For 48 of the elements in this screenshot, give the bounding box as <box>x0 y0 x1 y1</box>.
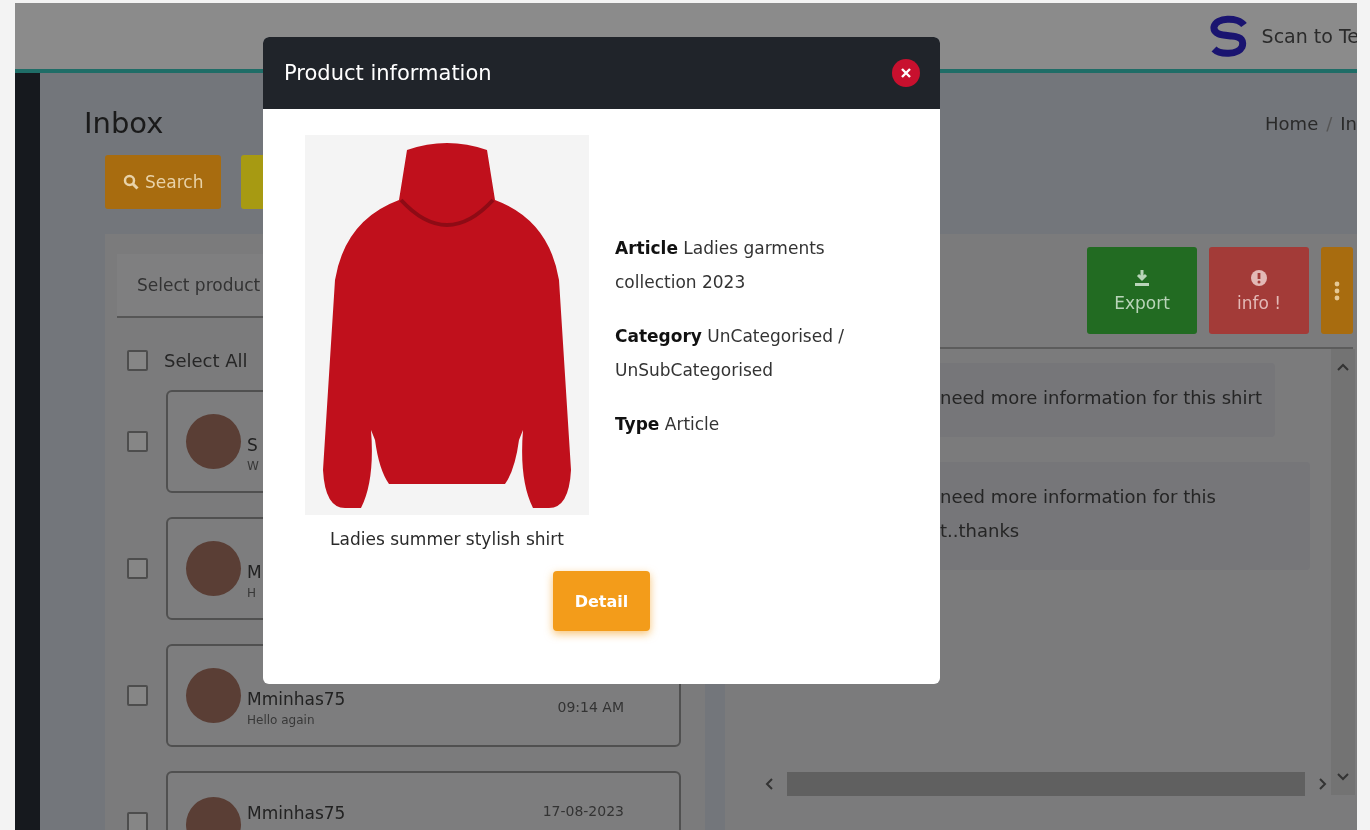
product-detail: Type Article <box>615 413 721 436</box>
message-time: 17-08-2023 <box>542 803 624 819</box>
message-text: t..thanks <box>940 519 1021 543</box>
close-icon <box>900 67 912 79</box>
checkbox[interactable] <box>127 558 148 579</box>
more-icon <box>1334 280 1340 301</box>
contact-name: S <box>247 434 258 455</box>
product-detail: Category UnCategorised / UnSubCategorised <box>615 325 846 382</box>
avatar-photo <box>186 668 241 723</box>
checkbox[interactable] <box>127 431 148 452</box>
breadcrumb-separator: / <box>1326 112 1333 134</box>
scroll-down-icon[interactable] <box>1337 773 1349 781</box>
breadcrumb-link[interactable]: Home <box>1265 112 1319 134</box>
download-icon <box>1133 268 1151 287</box>
select-all-label: Select All <box>164 349 248 371</box>
contact-name: Mminhas75 <box>247 688 346 709</box>
message-text: need more information for this <box>940 485 1217 509</box>
vertical-scrollbar[interactable] <box>1331 349 1355 795</box>
search-button[interactable]: Search <box>105 155 222 209</box>
message-preview: W <box>247 458 259 473</box>
export-button[interactable]: Export <box>1087 247 1197 334</box>
page-title: Inbox <box>84 106 164 140</box>
more-button[interactable] <box>1321 247 1353 334</box>
info-icon <box>1250 268 1268 287</box>
breadcrumb-link[interactable]: In <box>1340 112 1357 134</box>
message-time: 09:14 AM <box>557 698 624 715</box>
checkbox[interactable] <box>127 812 148 830</box>
checkbox[interactable] <box>127 349 148 371</box>
conversation-card[interactable]: Mminhas75 17-08-2023 <box>166 771 681 830</box>
product-caption: Ladies summer stylish shirt <box>330 529 564 549</box>
scroll-left-icon[interactable] <box>765 778 773 790</box>
message-preview: Hello again <box>247 712 315 727</box>
avatar-photo <box>186 414 241 469</box>
modal-title: Product information <box>284 61 492 85</box>
scroll-up-icon[interactable] <box>1337 363 1349 371</box>
horizontal-scrollbar[interactable] <box>765 771 1327 797</box>
contact-name: M <box>247 561 262 582</box>
search-icon <box>123 174 139 190</box>
product-detail: Article Ladies garments collection 2023 <box>615 237 826 294</box>
message-text: need more information for this shirt <box>940 386 1263 410</box>
avatar-photo <box>186 541 241 596</box>
scroll-right-icon[interactable] <box>1319 778 1327 790</box>
close-button[interactable] <box>892 59 920 87</box>
info-button[interactable]: info ! <box>1209 247 1309 334</box>
checkbox[interactable] <box>127 685 148 706</box>
message-preview: H <box>247 585 257 600</box>
detail-button[interactable]: Detail <box>553 571 650 631</box>
contact-name: Mminhas75 <box>247 803 346 823</box>
